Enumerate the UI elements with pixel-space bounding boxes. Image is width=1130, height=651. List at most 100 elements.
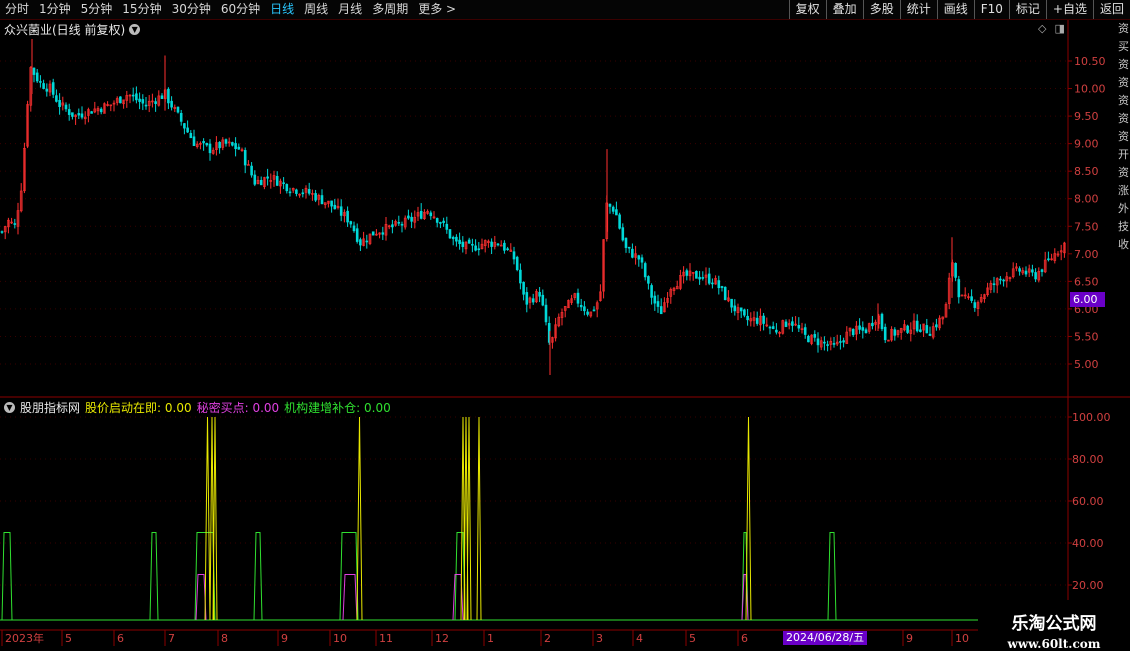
candle-body xyxy=(640,257,644,263)
candle-body xyxy=(698,276,701,280)
candle-body xyxy=(771,326,775,329)
candle-body xyxy=(77,113,81,116)
right-strip-char: 资 xyxy=(1118,76,1129,89)
indicator-tick-label: 80.00 xyxy=(1072,453,1104,466)
candle-body xyxy=(400,223,404,226)
candle-body xyxy=(653,295,657,304)
indicator-tick-label: 20.00 xyxy=(1072,579,1104,592)
candle-body xyxy=(813,334,817,338)
candle-body xyxy=(823,341,826,344)
candle-body xyxy=(797,324,801,329)
candle-body xyxy=(99,108,103,113)
date-label: 3 xyxy=(596,632,603,645)
candle-body xyxy=(45,88,49,92)
candle-body xyxy=(717,280,721,289)
candle-body xyxy=(733,305,737,312)
date-label: 10 xyxy=(333,632,347,645)
signal-yellow xyxy=(476,416,482,621)
candle-body xyxy=(871,322,874,327)
candle-body xyxy=(503,242,506,251)
candle-body xyxy=(618,214,621,229)
price-tick-label: 8.00 xyxy=(1074,193,1099,206)
candle-body xyxy=(13,223,17,225)
candle-body xyxy=(349,221,353,225)
date-label: 10 xyxy=(955,632,969,645)
candle-body xyxy=(768,326,772,329)
candle-body xyxy=(919,329,922,332)
candle-body xyxy=(32,67,36,75)
signal-yellow xyxy=(745,416,752,621)
right-strip-char: 收 xyxy=(1118,238,1129,251)
right-strip-char: 资 xyxy=(1118,112,1129,125)
date-label: 9 xyxy=(906,632,913,645)
candle-body xyxy=(314,193,317,201)
candle-body xyxy=(90,111,93,114)
candle-body xyxy=(365,240,369,243)
candle-body xyxy=(791,321,794,326)
signal-magenta xyxy=(342,574,358,621)
price-tick-label: 9.00 xyxy=(1074,138,1099,151)
candle-body xyxy=(359,239,362,246)
date-label: 6 xyxy=(741,632,748,645)
candle-body xyxy=(490,241,493,247)
signal-green xyxy=(827,532,837,621)
right-strip-char: 资 xyxy=(1118,130,1129,143)
candle-body xyxy=(883,326,887,341)
signal-yellow xyxy=(356,416,363,621)
indicator-tick-label: 40.00 xyxy=(1072,537,1104,550)
candle-body xyxy=(880,313,884,330)
price-tick-label: 8.50 xyxy=(1074,165,1099,178)
candle-body xyxy=(455,236,458,242)
stock-chart[interactable]: 10.50 10.00 9.50 9.00 8.50 8.00 7.50 7.00 6.50 6.… xyxy=(0,0,1130,650)
price-tick-label: 5.50 xyxy=(1074,330,1099,343)
candle-body xyxy=(832,343,836,345)
candle-body xyxy=(656,301,660,307)
candle-body xyxy=(858,325,861,330)
current-price-tag: 6.00 xyxy=(1070,292,1105,307)
candle-body xyxy=(186,127,189,133)
candle-body xyxy=(259,179,263,186)
candle-body xyxy=(320,195,324,205)
candle-body xyxy=(784,321,788,327)
signal-green xyxy=(454,532,466,621)
candle-body xyxy=(807,335,810,343)
candle-body xyxy=(512,251,516,260)
price-tick-label: 6.50 xyxy=(1074,275,1099,288)
candle-body xyxy=(608,203,612,207)
date-label: 2023年 xyxy=(5,631,44,645)
candle-body xyxy=(631,248,634,258)
date-label: 7 xyxy=(168,632,175,645)
candle-body xyxy=(39,81,42,83)
candle-body xyxy=(333,204,337,210)
candle-body xyxy=(999,278,1002,281)
candle-body xyxy=(176,106,180,113)
candle-body xyxy=(189,132,193,139)
candle-body xyxy=(67,109,71,115)
candle-body xyxy=(202,141,205,144)
right-strip-char: 资 xyxy=(1118,166,1129,179)
candle-body xyxy=(407,215,410,219)
candle-body xyxy=(643,263,647,278)
candle-body xyxy=(231,142,234,146)
candle-body xyxy=(701,277,705,279)
candle-body xyxy=(135,93,138,101)
price-tick-label: 10.00 xyxy=(1074,83,1106,96)
signal-yellow xyxy=(204,416,211,621)
candle-body xyxy=(275,175,279,186)
candle-body xyxy=(397,222,401,224)
candle-body xyxy=(439,222,442,224)
candle-body xyxy=(253,174,257,185)
candle-body xyxy=(739,307,743,312)
signal-green xyxy=(149,532,159,621)
candle-body xyxy=(474,245,477,251)
date-label: 4 xyxy=(636,632,643,645)
candle-body xyxy=(138,98,141,102)
candle-body xyxy=(1047,258,1050,261)
indicator-tick-label: 60.00 xyxy=(1072,495,1104,508)
candle-body xyxy=(205,143,209,146)
price-tick-label: 9.50 xyxy=(1074,110,1099,123)
right-strip-char: 涨 xyxy=(1118,184,1129,197)
date-label: 1 xyxy=(487,632,494,645)
candle-body xyxy=(371,231,375,236)
candle-body xyxy=(842,340,845,343)
